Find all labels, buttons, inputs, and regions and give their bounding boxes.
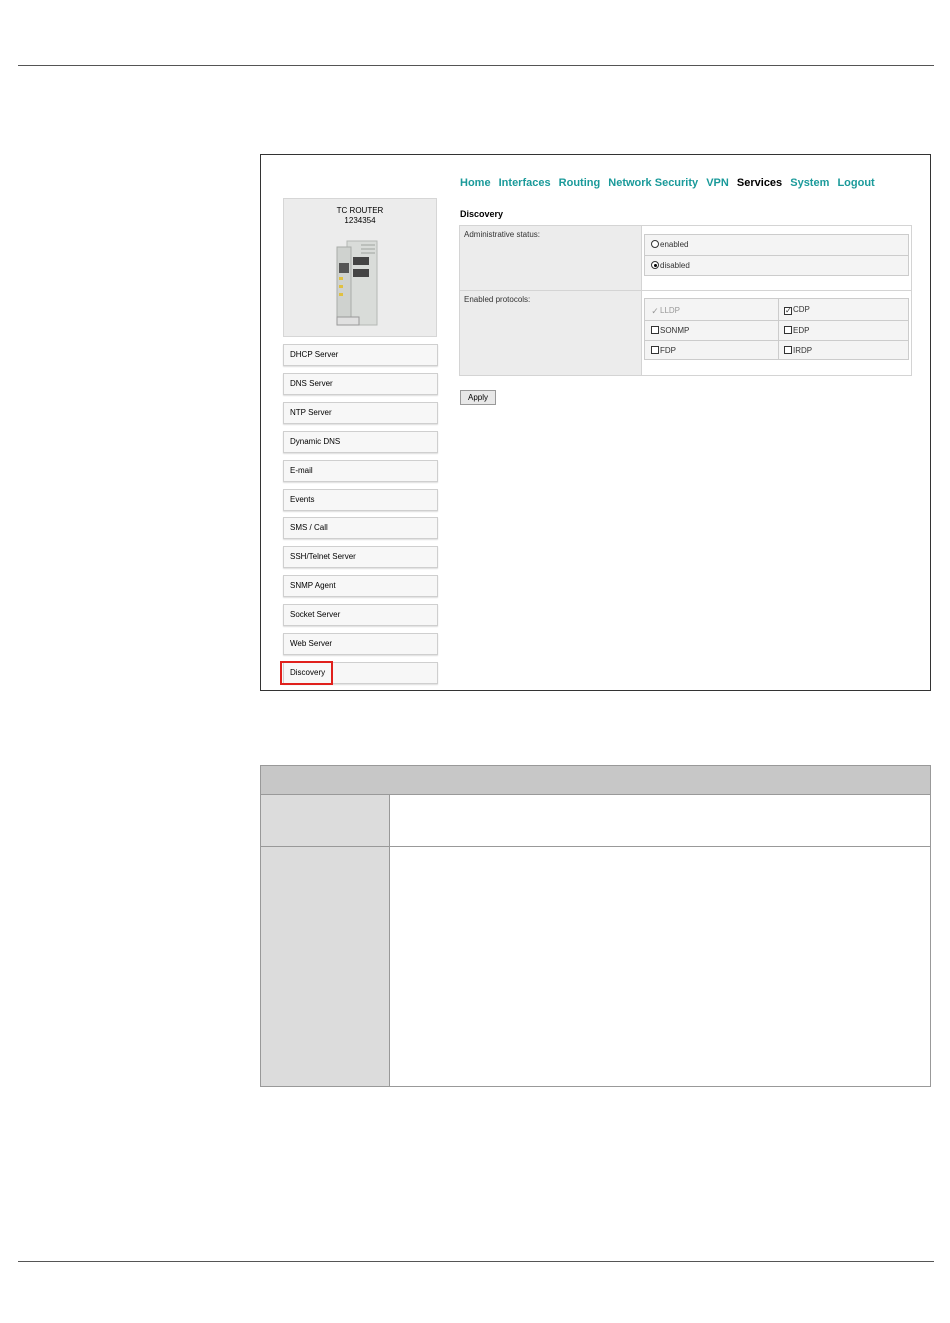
cdp-label: CDP xyxy=(793,305,810,314)
checkmark-icon: ✓ xyxy=(651,306,659,316)
sidebar-item-dns-server[interactable]: DNS Server xyxy=(283,373,438,395)
radio-enabled[interactable]: enabled xyxy=(651,240,688,249)
nav-home[interactable]: Home xyxy=(460,177,491,189)
table-row-1-label xyxy=(260,794,390,847)
admin-status-options: enabled disabled xyxy=(644,234,909,276)
sonmp-label: SONMP xyxy=(660,326,690,335)
edp-label: EDP xyxy=(793,326,810,335)
admin-status-label-cell: Administrative status: xyxy=(460,226,642,290)
table-header xyxy=(260,765,931,795)
table-row-2-value xyxy=(389,846,931,1087)
radio-disabled-label: disabled xyxy=(660,261,690,270)
checkbox-sonmp[interactable]: SONMP xyxy=(651,326,689,335)
lldp-label: LLDP xyxy=(660,306,681,315)
fdp-label: FDP xyxy=(660,346,676,355)
top-rule xyxy=(18,65,934,66)
sidebar-item-socket-server[interactable]: Socket Server xyxy=(283,604,438,626)
protocols-label-cell: Enabled protocols: xyxy=(460,291,642,375)
nav-interfaces[interactable]: Interfaces xyxy=(499,177,551,189)
checkbox-lldp: ✓LLDP xyxy=(651,306,680,316)
sidebar-item-web-server[interactable]: Web Server xyxy=(283,633,438,655)
nav-routing[interactable]: Routing xyxy=(559,177,601,189)
protocols-grid: ✓LLDP ✓CDP SONMP EDP FDP IRDP xyxy=(644,298,909,360)
device-serial: 1234354 xyxy=(344,216,376,225)
grid-row-divider-2 xyxy=(645,340,908,341)
device-card: TC ROUTER 1234354 xyxy=(283,198,437,337)
nav-vpn[interactable]: VPN xyxy=(706,177,729,189)
apply-button[interactable]: Apply xyxy=(460,390,496,405)
checkbox-cdp[interactable]: ✓CDP xyxy=(784,305,810,315)
table-row-1-value xyxy=(389,794,931,847)
sidebar-item-dhcp-server[interactable]: DHCP Server xyxy=(283,344,438,366)
option-divider xyxy=(645,255,908,256)
bottom-rule xyxy=(18,1261,934,1262)
device-name: TC ROUTER xyxy=(336,206,384,215)
checkbox-irdp[interactable]: IRDP xyxy=(784,346,812,355)
checkbox-fdp[interactable]: FDP xyxy=(651,346,676,355)
page-title: Discovery xyxy=(460,209,504,219)
checkbox-sonmp-box[interactable] xyxy=(651,326,659,334)
router-device-image xyxy=(336,240,378,326)
radio-enabled-button[interactable] xyxy=(651,240,659,248)
checkbox-fdp-box[interactable] xyxy=(651,346,659,354)
checkbox-edp[interactable]: EDP xyxy=(784,326,809,335)
sidebar-item-dynamic-dns[interactable]: Dynamic DNS xyxy=(283,431,438,453)
nav-logout[interactable]: Logout xyxy=(837,177,874,189)
protocols-label: Enabled protocols: xyxy=(464,295,531,304)
sidebar-item-email[interactable]: E-mail xyxy=(283,460,438,482)
admin-status-label: Administrative status: xyxy=(464,230,541,239)
highlight-box xyxy=(280,661,333,685)
sidebar-item-events[interactable]: Events xyxy=(283,489,438,511)
checkbox-cdp-box[interactable]: ✓ xyxy=(784,307,792,315)
grid-row-divider-1 xyxy=(645,320,908,321)
table-row-2-label xyxy=(260,846,390,1087)
irdp-label: IRDP xyxy=(793,346,813,355)
radio-disabled-button[interactable] xyxy=(651,261,659,269)
nav-network-security[interactable]: Network Security xyxy=(608,177,698,189)
sidebar-item-ntp-server[interactable]: NTP Server xyxy=(283,402,438,424)
sidebar-item-snmp-agent[interactable]: SNMP Agent xyxy=(283,575,438,597)
sidebar-item-sms-call[interactable]: SMS / Call xyxy=(283,517,438,539)
sidebar-item-ssh-telnet-server[interactable]: SSH/Telnet Server xyxy=(283,546,438,568)
main-nav: Home Interfaces Routing Network Security… xyxy=(460,177,880,189)
radio-disabled[interactable]: disabled xyxy=(651,261,690,270)
discovery-form: Administrative status: Enabled protocols… xyxy=(459,225,912,376)
checkbox-edp-box[interactable] xyxy=(784,326,792,334)
radio-enabled-label: enabled xyxy=(660,240,689,249)
grid-col-divider xyxy=(778,299,779,359)
router-screenshot: Home Interfaces Routing Network Security… xyxy=(260,154,931,691)
nav-system[interactable]: System xyxy=(790,177,829,189)
checkbox-irdp-box[interactable] xyxy=(784,346,792,354)
nav-services[interactable]: Services xyxy=(737,177,782,189)
